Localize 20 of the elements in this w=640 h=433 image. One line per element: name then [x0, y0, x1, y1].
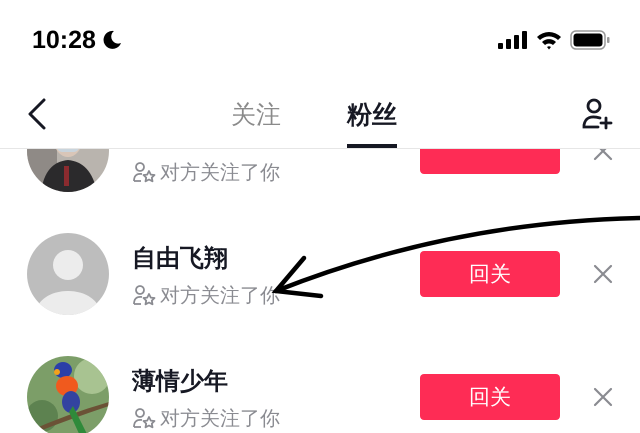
follower-name: 薄情少年 [132, 366, 229, 396]
status-time: 10:28 [32, 26, 96, 54]
person-star-icon [132, 161, 156, 183]
tab[interactable]: 关注 [231, 80, 281, 148]
follow-back-button[interactable]: 回关 [420, 250, 560, 296]
close-button[interactable] [592, 262, 614, 284]
signal-icon [498, 31, 528, 49]
moon-icon [102, 30, 122, 50]
wifi-icon [536, 30, 562, 50]
follow-status: 对方关注了你 [160, 158, 280, 186]
follower-name: 自由飞翔 [132, 242, 229, 274]
close-button[interactable] [592, 386, 614, 408]
follow-status: 对方关注了你 [160, 404, 280, 432]
follow-back-button[interactable]: 回关 [420, 374, 560, 420]
person-star-icon [132, 407, 156, 429]
tab[interactable]: 粉丝 [347, 80, 397, 148]
add-friend-button[interactable] [580, 97, 614, 131]
back-button[interactable] [26, 97, 48, 131]
battery-icon [570, 30, 610, 50]
person-star-icon [132, 284, 156, 306]
